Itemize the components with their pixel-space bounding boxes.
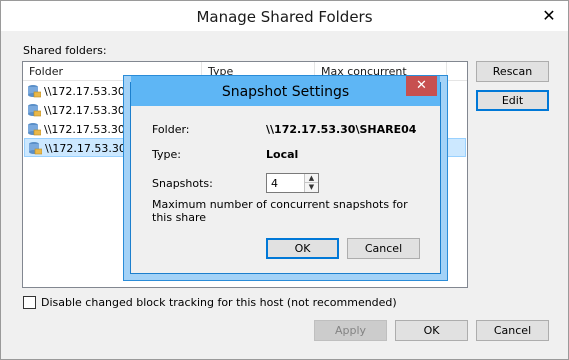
folder-path: \\172.17.53.30\S bbox=[44, 104, 136, 117]
cancel-button[interactable]: Cancel bbox=[476, 320, 549, 341]
folder-path: \\172.17.53.30\S bbox=[44, 85, 136, 98]
manage-shared-folders-window: Manage Shared Folders ✕ Shared folders: … bbox=[0, 0, 569, 360]
window-close-button[interactable]: ✕ bbox=[540, 7, 558, 25]
shared-folders-label: Shared folders: bbox=[23, 44, 107, 57]
snapshots-label: Snapshots: bbox=[152, 177, 213, 190]
rescan-button[interactable]: Rescan bbox=[476, 61, 549, 82]
apply-button[interactable]: Apply bbox=[314, 320, 387, 341]
ok-button[interactable]: OK bbox=[395, 320, 468, 341]
shared-folder-icon bbox=[28, 104, 41, 117]
shared-folder-icon bbox=[29, 142, 42, 155]
snapshots-stepper[interactable]: 4 ▲ ▼ bbox=[266, 173, 319, 193]
dialog-ok-button[interactable]: OK bbox=[266, 238, 339, 259]
dialog-body: Folder: \\172.17.53.30\SHARE04 Type: Loc… bbox=[131, 106, 440, 273]
title-bar: Manage Shared Folders ✕ bbox=[1, 1, 568, 31]
folder-label: Folder: bbox=[152, 123, 190, 136]
dialog-title: Snapshot Settings bbox=[221, 84, 350, 100]
disable-cbt-checkbox[interactable] bbox=[23, 296, 36, 309]
folder-path: \\172.17.53.30\S bbox=[45, 142, 137, 155]
type-label: Type: bbox=[152, 148, 181, 161]
shared-folder-icon bbox=[28, 85, 41, 98]
dialog-close-button[interactable]: ✕ bbox=[406, 76, 437, 96]
folder-path: \\172.17.53.30\S bbox=[44, 123, 136, 136]
snapshots-value[interactable]: 4 bbox=[271, 177, 278, 190]
disable-cbt-label: Disable changed block tracking for this … bbox=[41, 296, 397, 309]
dialog-cancel-button[interactable]: Cancel bbox=[347, 238, 420, 259]
dialog-title-bar: Snapshot Settings ✕ bbox=[131, 76, 440, 106]
type-value: Local bbox=[266, 148, 299, 161]
snapshot-settings-dialog: Snapshot Settings ✕ Folder: \\172.17.53.… bbox=[130, 76, 441, 274]
window-title: Manage Shared Folders bbox=[196, 8, 373, 26]
stepper-down-icon[interactable]: ▼ bbox=[304, 183, 318, 192]
stepper-up-icon[interactable]: ▲ bbox=[304, 174, 318, 183]
snapshots-description: Maximum number of concurrent snapshots f… bbox=[152, 198, 408, 224]
shared-folder-icon bbox=[28, 123, 41, 136]
edit-button[interactable]: Edit bbox=[476, 90, 549, 111]
folder-value: \\172.17.53.30\SHARE04 bbox=[266, 123, 417, 136]
